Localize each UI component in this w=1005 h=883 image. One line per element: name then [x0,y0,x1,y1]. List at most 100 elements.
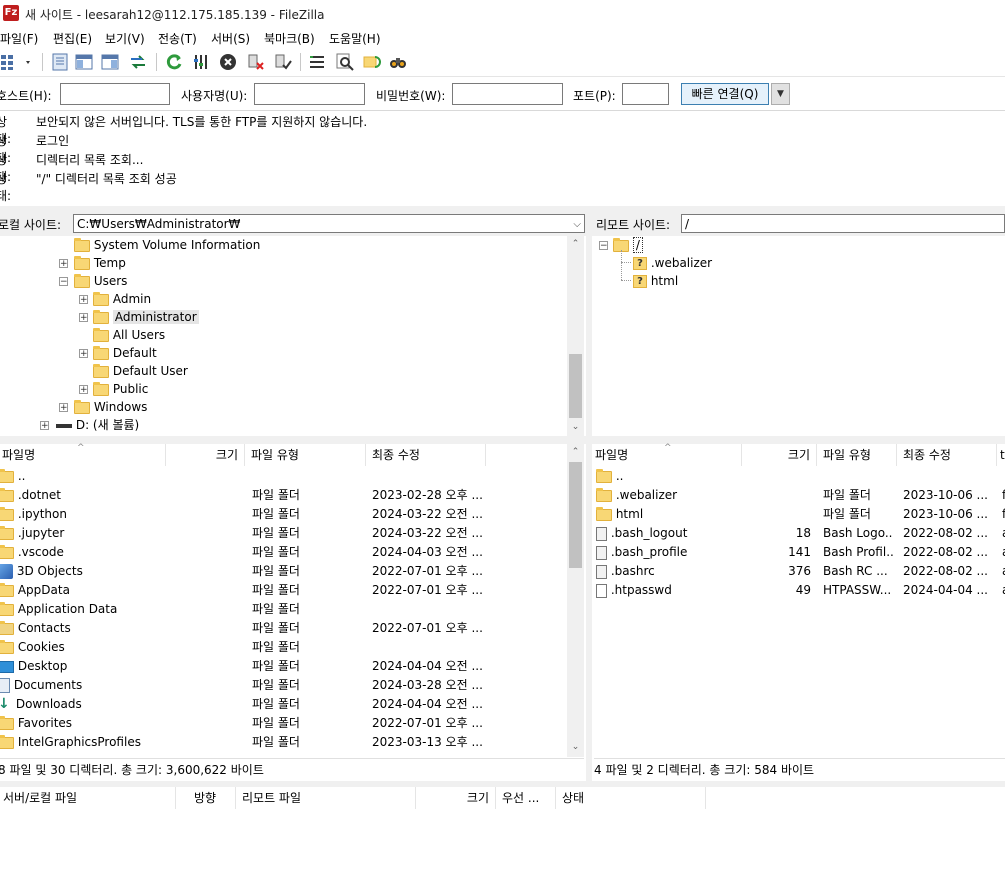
col-header-size[interactable]: 크기 [166,444,245,466]
remote-path-input[interactable]: / [681,214,1005,233]
table-row[interactable]: .bash_profile 141 Bash Profil... 2022-08-02… [592,543,1005,562]
col-header-permissions[interactable]: t [997,444,1005,466]
tree-item-admin[interactable]: Admin [93,290,151,308]
menu-edit[interactable]: 편집(E) [53,30,92,47]
expand-icon[interactable]: + [79,385,88,395]
table-row[interactable]: .dotnet 파일 폴더 2023-02-28 오후 ... [0,486,566,505]
col-header-type[interactable]: 파일 유형 [817,444,897,466]
tree-item-windows[interactable]: Windows [74,398,147,416]
compare-directories-button[interactable] [335,52,355,72]
scroll-up-icon[interactable]: ⌃ [567,236,584,253]
disconnect-button[interactable] [246,52,266,72]
table-row[interactable]: ↓ Downloads 파일 폴더 2024-04-04 오전 ... [0,695,566,714]
table-row[interactable]: .bashrc376Bash RC ...2022-08-02 ...a [592,562,1005,581]
tree-item-all-users[interactable]: All Users [93,326,165,344]
queue-col-direction[interactable]: 방향 [176,787,236,809]
tree-item-default[interactable]: Default [93,344,157,362]
quickconnect-button[interactable]: 빠른 연결(Q) [681,83,769,105]
site-manager-button[interactable] [0,52,34,72]
table-row[interactable]: Favorites 파일 폴더 2022-07-01 오후 ... [0,714,566,733]
expand-icon[interactable]: + [59,403,68,413]
cancel-operation-button[interactable] [218,52,238,72]
queue-col-remote-file[interactable]: 리모트 파일 [236,787,416,809]
reconnect-button[interactable] [273,52,293,72]
table-row[interactable]: Desktop 파일 폴더 2024-04-04 오전 ... [0,657,566,676]
col-header-modified[interactable]: 최종 수정 [366,444,486,466]
table-row[interactable]: .htpasswd49HTPASSW...2024-04-04 ...a [592,581,1005,600]
table-row[interactable]: IntelGraphicsProfiles 파일 폴더 2023-03-13 오후 … [0,733,566,752]
menu-transfer[interactable]: 전송(T) [158,30,197,47]
tree-item-system-volume[interactable]: System Volume Information [74,236,260,254]
table-row[interactable]: AppData 파일 폴더 2022-07-01 오후 ... [0,581,566,600]
tree-item-html[interactable]: ? html [633,272,678,290]
expand-icon[interactable]: + [79,313,88,323]
expand-icon[interactable]: + [59,259,68,269]
toggle-local-tree-button[interactable] [74,52,94,72]
refresh-button[interactable] [164,52,184,72]
process-queue-button[interactable] [191,52,211,72]
sync-browsing-button[interactable] [361,52,381,72]
col-header-name[interactable]: 파일명 ^ [592,443,742,466]
menu-bookmarks[interactable]: 북마크(B) [264,30,315,47]
col-header-type[interactable]: 파일 유형 [245,444,366,466]
tree-item-webalizer[interactable]: ? .webalizer [633,254,712,272]
table-row[interactable]: .bash_logout 18 Bash Logo... 2022-08-02 ...… [592,524,1005,543]
tree-item-users[interactable]: Users [74,272,127,290]
port-input[interactable] [622,83,669,105]
directory-filter-button[interactable] [307,52,327,72]
local-tree-scrollbar[interactable]: ⌃ ⌄ [567,236,584,436]
menu-file[interactable]: 파일(F) [0,30,38,47]
collapse-icon[interactable]: − [59,277,68,287]
col-header-size[interactable]: 크기 [742,444,817,466]
toggle-queue-button[interactable] [128,52,148,72]
scroll-thumb[interactable] [569,462,582,568]
expand-icon[interactable]: + [79,295,88,305]
scroll-thumb[interactable] [569,354,582,418]
table-row[interactable]: Cookies 파일 폴더 [0,638,566,657]
table-row[interactable]: .ipython 파일 폴더 2024-03-22 오전 ... [0,505,566,524]
col-header-modified[interactable]: 최종 수정 [897,444,997,466]
table-row[interactable]: Documents 파일 폴더 2024-03-28 오전 ... [0,676,566,695]
toggle-log-button[interactable] [50,52,70,72]
toggle-remote-tree-button[interactable] [100,52,120,72]
table-row[interactable]: .. [0,467,566,486]
scroll-down-icon[interactable]: ⌄ [567,739,584,756]
password-input[interactable] [452,83,563,105]
queue-col-status[interactable]: 상태 [556,787,706,809]
table-row[interactable]: .webalizer 파일 폴더 2023-10-06 ... f [592,486,1005,505]
tree-item-drive-d[interactable]: D: (새 볼륨) [56,416,139,434]
host-input[interactable] [60,83,170,105]
expand-icon[interactable]: + [79,349,88,359]
local-path-input[interactable]: C:₩Users₩Administrator₩ ⌵ [73,214,585,233]
table-row[interactable]: .jupyter 파일 폴더 2024-03-22 오전 ... [0,524,566,543]
menu-view[interactable]: 보기(V) [105,30,145,47]
tree-item-default-user[interactable]: Default User [93,362,188,380]
local-list-scrollbar[interactable]: ⌃ ⌄ [567,444,584,757]
tree-item-administrator[interactable]: Administrator [93,308,199,326]
table-row[interactable]: .vscode 파일 폴더 2024-04-03 오전 ... [0,543,566,562]
chevron-down-icon[interactable]: ⌵ [573,215,581,234]
menu-server[interactable]: 서버(S) [211,30,250,47]
tree-item-root[interactable]: / [613,236,643,254]
scroll-down-icon[interactable]: ⌄ [567,419,584,436]
local-splitter[interactable] [0,436,586,444]
queue-col-size[interactable]: 크기 [416,787,496,809]
collapse-icon[interactable]: − [599,241,608,251]
table-row[interactable]: 3D Objects 파일 폴더 2022-07-01 오후 ... [0,562,566,581]
queue-col-priority[interactable]: 우선 ... [496,787,556,809]
scroll-up-icon[interactable]: ⌃ [567,444,584,461]
menu-help[interactable]: 도움말(H) [329,30,381,47]
table-row[interactable]: html 파일 폴더 2023-10-06 ... f [592,505,1005,524]
table-row[interactable]: Contacts 파일 폴더 2022-07-01 오후 ... [0,619,566,638]
tree-item-temp[interactable]: Temp [74,254,126,272]
username-input[interactable] [254,83,365,105]
table-row[interactable]: .. [592,467,1005,486]
col-header-name[interactable]: 파일명 ^ [0,443,166,466]
tree-item-public[interactable]: Public [93,380,148,398]
quickconnect-history-dropdown[interactable]: ▼ [771,83,790,105]
table-row[interactable]: Application Data 파일 폴더 [0,600,566,619]
expand-icon[interactable]: + [40,421,49,431]
queue-col-file[interactable]: 서버/로컬 파일 [0,787,176,809]
find-files-button[interactable] [388,52,408,72]
remote-splitter[interactable] [592,436,1005,444]
